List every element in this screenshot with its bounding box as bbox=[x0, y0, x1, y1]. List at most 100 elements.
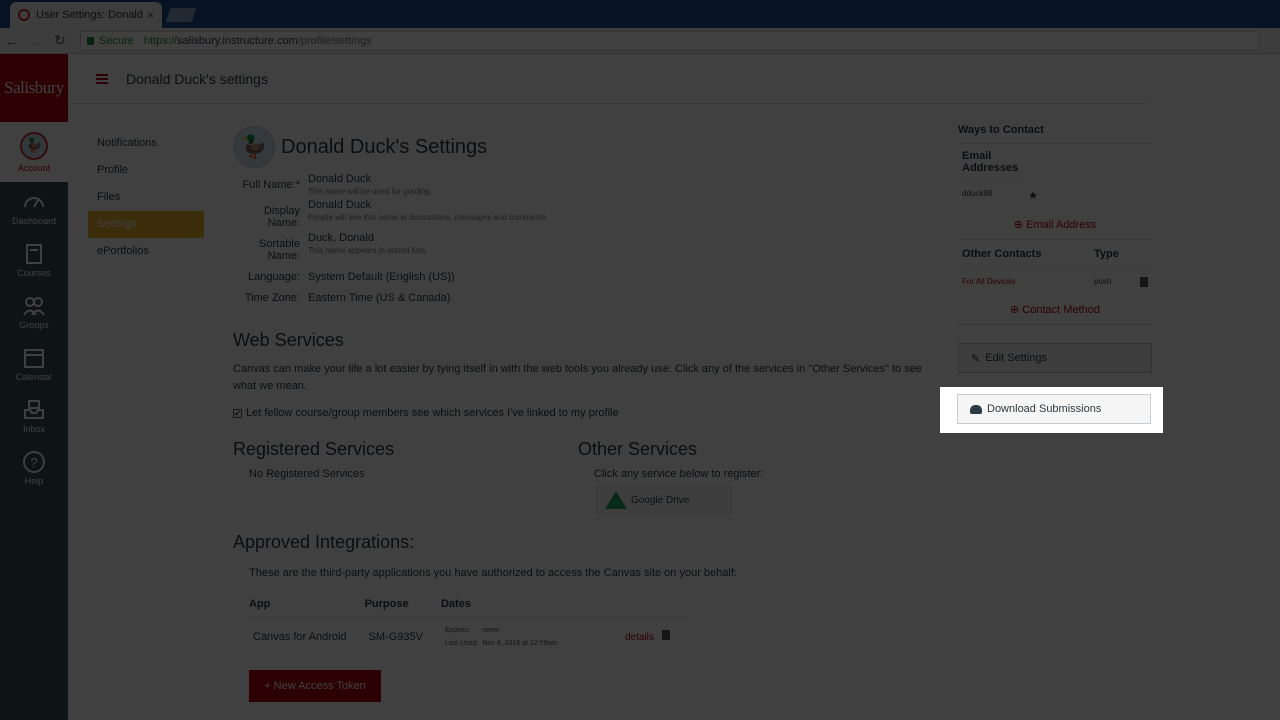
nav-groups-label: Groups bbox=[19, 320, 49, 330]
column-header-app: App bbox=[249, 591, 365, 618]
display-name-hint: People will see this name in discussions… bbox=[308, 213, 549, 222]
star-icon[interactable]: ★ bbox=[1028, 189, 1038, 202]
nav-help[interactable]: ? Help bbox=[0, 442, 68, 494]
email-address[interactable]: dduck88 bbox=[962, 189, 992, 202]
cloud-download-icon bbox=[970, 404, 982, 414]
dashboard-icon bbox=[24, 197, 44, 208]
browser-tab[interactable]: User Settings: Donald D… × bbox=[10, 2, 162, 28]
leftnav-item-settings[interactable]: Settings bbox=[88, 211, 204, 238]
download-submissions-button[interactable]: Download Submissions bbox=[957, 394, 1151, 424]
avatar: 🦆 bbox=[20, 131, 48, 160]
email-row: dduck88 ★ bbox=[958, 181, 1152, 210]
nav-courses-label: Courses bbox=[17, 268, 51, 278]
display-name-row: Display Name: Donald Duck People will se… bbox=[233, 199, 923, 229]
edit-settings-button[interactable]: ✎ Edit Settings bbox=[958, 343, 1152, 373]
salisbury-logo[interactable]: Salisbury bbox=[0, 54, 68, 122]
full-name-label: Full Name:* bbox=[242, 179, 300, 191]
timezone-row: Time Zone: Eastern Time (US & Canada) bbox=[233, 286, 923, 304]
download-submissions-label: Download Submissions bbox=[987, 403, 1102, 415]
nav-groups[interactable]: Groups bbox=[0, 286, 68, 338]
leftnav-item-files[interactable]: Files bbox=[88, 184, 204, 211]
email-addresses-heading: Email Addresses bbox=[958, 144, 1028, 181]
inbox-icon bbox=[24, 400, 44, 419]
integration-app: Canvas for Android bbox=[253, 630, 347, 643]
nav-inbox[interactable]: Inbox bbox=[0, 390, 68, 442]
page-header: Donald Duck's settings bbox=[68, 54, 1150, 104]
nav-dashboard-label: Dashboard bbox=[11, 216, 57, 226]
settings-content: 🦆 Donald Duck's Settings Full Name:* Don… bbox=[233, 124, 923, 702]
contact-type: push bbox=[1094, 277, 1112, 286]
ways-to-contact-heading: Ways to Contact bbox=[958, 124, 1152, 144]
back-icon[interactable]: ← bbox=[0, 33, 24, 49]
contact-name[interactable]: For All Devices bbox=[962, 277, 1094, 287]
nav-calendar-label: Calendar bbox=[15, 372, 53, 382]
display-name-label: Display Name: bbox=[263, 205, 300, 229]
expires-value: never bbox=[481, 626, 500, 634]
sortable-name-label: Sortable Name: bbox=[259, 238, 300, 262]
edit-settings-label: Edit Settings bbox=[985, 352, 1047, 364]
expires-label: Expires: bbox=[444, 626, 471, 634]
other-contacts-heading: Other Contacts bbox=[962, 248, 1042, 260]
forward-icon[interactable]: → bbox=[24, 33, 48, 49]
timezone-label: Time Zone: bbox=[244, 292, 300, 304]
web-services-heading: Web Services bbox=[233, 330, 344, 350]
display-name-value: Donald Duck bbox=[308, 199, 371, 211]
integration-purpose: SM-G935V bbox=[368, 630, 423, 643]
share-services-checkbox[interactable]: ✔ bbox=[233, 408, 242, 418]
avatar[interactable]: 🦆 bbox=[233, 126, 275, 168]
nav-help-label: Help bbox=[24, 476, 44, 486]
spotlight-highlight: Download Submissions bbox=[940, 387, 1163, 433]
timezone-value: Eastern Time (US & Canada) bbox=[308, 292, 451, 304]
new-tab-button[interactable] bbox=[165, 8, 197, 22]
language-label: Language: bbox=[248, 271, 300, 283]
nav-dashboard[interactable]: Dashboard bbox=[0, 182, 68, 234]
url-scheme: https:// bbox=[143, 34, 177, 47]
add-email-address-link[interactable]: ⊕ Email Address bbox=[958, 210, 1152, 240]
hamburger-menu-icon[interactable] bbox=[96, 73, 108, 84]
url-path: /profile/settings bbox=[297, 34, 372, 47]
nav-courses[interactable]: Courses bbox=[0, 234, 68, 286]
browser-toolbar: ← → ↻ Secure https:// salisbury.instruct… bbox=[0, 28, 1280, 54]
reload-icon[interactable]: ↻ bbox=[48, 32, 72, 49]
address-bar[interactable]: Secure https:// salisbury.instructure.co… bbox=[80, 30, 1260, 51]
type-column-header: Type bbox=[1094, 248, 1119, 260]
contact-sidebar: Ways to Contact Email Addresses dduck88 … bbox=[958, 124, 1152, 373]
tab-close-button[interactable]: × bbox=[147, 8, 154, 22]
other-services-heading: Other Services bbox=[578, 439, 698, 459]
svg-text:?: ? bbox=[30, 455, 37, 470]
user-settings-nav: Notifications Profile Files Settings ePo… bbox=[88, 130, 204, 265]
language-value: System Default (English (US)) bbox=[308, 271, 455, 283]
full-name-hint: This name will be used for grading. bbox=[308, 187, 433, 196]
details-link[interactable]: details bbox=[625, 632, 654, 643]
registered-services-empty: No Registered Services bbox=[249, 468, 365, 480]
leftnav-item-notifications[interactable]: Notifications bbox=[88, 130, 204, 157]
integrations-table: App Purpose Dates Canvas for Android SM-… bbox=[249, 591, 688, 656]
leftnav-item-eportfolios[interactable]: ePortfolios bbox=[88, 238, 204, 265]
canvas-favicon-icon bbox=[18, 9, 30, 21]
help-icon: ? bbox=[23, 451, 45, 473]
new-access-token-button[interactable]: + New Access Token bbox=[249, 669, 381, 702]
tab-title: User Settings: Donald D… bbox=[36, 9, 143, 21]
pencil-icon: ✎ bbox=[971, 352, 981, 365]
column-header-dates: Dates bbox=[440, 591, 621, 618]
trash-icon[interactable] bbox=[661, 630, 670, 640]
nav-calendar[interactable]: Calendar bbox=[0, 338, 68, 390]
trash-icon[interactable] bbox=[1140, 277, 1148, 287]
table-row: Canvas for Android SM-G935V Expires: nev… bbox=[249, 617, 688, 656]
groups-icon bbox=[23, 297, 45, 316]
google-drive-button[interactable]: Google Drive bbox=[596, 486, 732, 514]
language-row: Language: System Default (English (US)) bbox=[233, 265, 923, 283]
breadcrumb: Donald Duck's settings bbox=[126, 70, 268, 87]
full-name-row: Full Name:* Donald Duck This name will b… bbox=[233, 173, 923, 196]
google-drive-label: Google Drive bbox=[631, 494, 690, 506]
google-drive-icon bbox=[605, 491, 627, 509]
leftnav-item-profile[interactable]: Profile bbox=[88, 157, 204, 184]
integrations-description: These are the third-party applications y… bbox=[249, 567, 737, 579]
nav-account[interactable]: 🦆 Account bbox=[0, 122, 68, 182]
sortable-name-row: Sortable Name: Duck, Donald This name ap… bbox=[233, 232, 923, 262]
web-services-description: Canvas can make your life a lot easier b… bbox=[233, 363, 922, 392]
other-services-hint: Click any service below to register: bbox=[594, 468, 764, 480]
add-contact-method-link[interactable]: ⊕ Contact Method bbox=[958, 295, 1152, 325]
share-services-label: Let fellow course/group members see whic… bbox=[246, 407, 619, 419]
last-used-value: Nov 4, 2016 at 12:59am bbox=[482, 639, 558, 647]
